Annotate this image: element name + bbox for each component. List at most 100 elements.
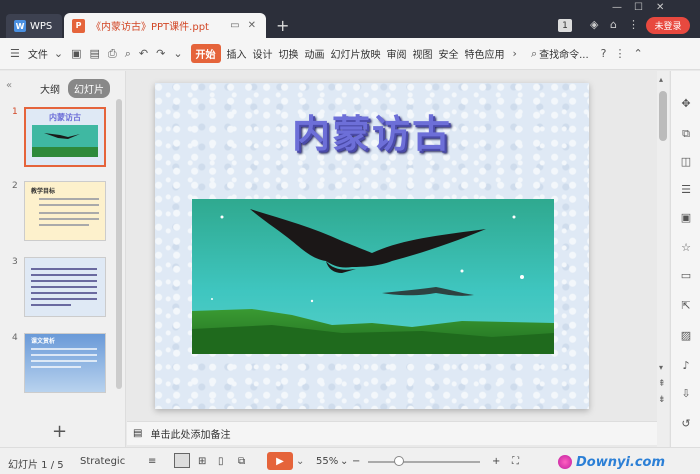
- zoom-slider-knob[interactable]: [394, 456, 404, 466]
- canvas-vertical-scrollbar[interactable]: ▴ ▾ ⇞ ⇟: [657, 71, 669, 447]
- layers-icon[interactable]: ⧉: [679, 127, 693, 141]
- chevron-down-icon[interactable]: ⌄: [54, 47, 63, 60]
- tab-outline[interactable]: 大纲: [34, 79, 66, 98]
- tab-design[interactable]: 设计: [253, 46, 273, 61]
- collapse-panel-icon[interactable]: «: [6, 80, 12, 91]
- add-slide-icon[interactable]: +: [52, 421, 67, 442]
- tab-transitions[interactable]: 切换: [279, 46, 299, 61]
- more-icon[interactable]: ⋮: [628, 18, 639, 31]
- tab-document[interactable]: P 《内蒙访古》PPT课件.ppt ▭ ✕: [64, 13, 266, 38]
- previous-slide-icon[interactable]: ⇞: [658, 379, 666, 389]
- image-replace-icon[interactable]: ▣: [679, 211, 693, 225]
- wps-logo-icon: W: [14, 20, 26, 32]
- archive-icon[interactable]: ▭: [679, 269, 693, 283]
- close-tab-icon[interactable]: ✕: [248, 20, 256, 31]
- zoom-out-icon[interactable]: −: [352, 456, 360, 467]
- slide-thumb-title: 课文赏析: [31, 338, 56, 345]
- menu-bar: ☰ 文件 ⌄ ▣ ▤ ⎙ ⌕ ↶ ↷ ⌄ 开始 插入 设计 切换 动画 幻灯片放…: [0, 38, 700, 70]
- tab-wps-label: WPS: [30, 20, 53, 32]
- more-options-icon[interactable]: ⋮: [615, 47, 626, 60]
- minimize-icon[interactable]: —: [612, 2, 622, 13]
- notes-placeholder[interactable]: 单击此处添加备注: [150, 426, 230, 441]
- tab-slideshow[interactable]: 幻灯片放映: [331, 46, 381, 61]
- share-icon[interactable]: ⇱: [679, 299, 693, 313]
- slide-sorter-icon[interactable]: ⊞: [198, 456, 206, 467]
- skin-icon[interactable]: ◈: [590, 18, 598, 31]
- export-pdf-icon[interactable]: ▤: [90, 47, 100, 60]
- downyi-watermark: Downyi.com: [558, 451, 698, 473]
- tab-home[interactable]: 开始: [190, 44, 221, 63]
- status-bar: 幻灯片 1 / 5 Strategic ≡ ⊞ ▯ ⧉ ▶ ⌄ 55% ⌄ − …: [0, 447, 700, 474]
- tab-animation[interactable]: 动画: [305, 46, 325, 61]
- presenter-view-icon[interactable]: ⧉: [238, 456, 245, 467]
- monitor-icon[interactable]: ▭: [230, 20, 239, 31]
- shirt-icon[interactable]: ⌂: [610, 18, 617, 31]
- zoom-dropdown-icon[interactable]: ⌄: [340, 456, 348, 467]
- save-icon[interactable]: ▣: [71, 47, 81, 60]
- undo-icon[interactable]: ↶: [139, 47, 148, 60]
- search-icon[interactable]: ⌕: [531, 47, 537, 61]
- slide-thumbnail-panel: « 大纲 幻灯片 1 内蒙访古 2 教学目标 3 4 课文赏析 +: [0, 71, 126, 447]
- slide-title[interactable]: 内蒙访古: [155, 103, 589, 158]
- close-window-icon[interactable]: ✕: [656, 2, 664, 13]
- search-command-input[interactable]: 查找命令...: [539, 46, 589, 61]
- tab-wps-home[interactable]: W WPS: [6, 14, 62, 38]
- play-options-icon[interactable]: ⌄: [296, 456, 304, 467]
- shapes-icon[interactable]: ◫: [679, 155, 693, 169]
- tab-review[interactable]: 审阅: [387, 46, 407, 61]
- settings-sliders-icon[interactable]: ☰: [679, 183, 693, 197]
- customize-icon[interactable]: ⌄: [173, 47, 182, 60]
- tab-insert[interactable]: 插入: [227, 46, 247, 61]
- tab-view[interactable]: 视图: [413, 46, 433, 61]
- tab-document-title: 《内蒙访古》PPT课件.ppt: [91, 22, 209, 33]
- tab-security[interactable]: 安全: [439, 46, 459, 61]
- tab-slides[interactable]: 幻灯片: [68, 79, 110, 98]
- slide-editor-canvas: 内蒙访古: [127, 71, 657, 421]
- theme-name[interactable]: Strategic: [80, 456, 125, 467]
- download-icon[interactable]: ⇩: [679, 387, 693, 401]
- add-tab-icon[interactable]: +: [276, 16, 289, 35]
- slide-thumb-number: 1: [12, 107, 18, 117]
- pointer-icon[interactable]: ✥: [679, 97, 693, 111]
- right-sidebar: ✥ ⧉ ◫ ☰ ▣ ☆ ▭ ⇱ ▨ ♪ ⇩ ↺: [670, 71, 700, 447]
- thumbnail-scrollbar[interactable]: [116, 99, 122, 389]
- scroll-up-icon[interactable]: ▴: [659, 75, 663, 84]
- notes-toggle-icon[interactable]: ≡: [148, 456, 156, 467]
- print-preview-icon[interactable]: ⌕: [125, 47, 131, 61]
- current-slide[interactable]: 内蒙访古: [155, 83, 589, 409]
- zoom-slider-track[interactable]: [368, 461, 480, 463]
- history-icon[interactable]: ↺: [679, 417, 693, 431]
- eagle-landscape-picture[interactable]: [192, 199, 554, 354]
- file-menu[interactable]: 文件: [28, 46, 48, 61]
- login-button[interactable]: 未登录: [646, 17, 690, 34]
- help-icon[interactable]: ?: [601, 47, 607, 60]
- reading-view-icon[interactable]: ▯: [218, 456, 224, 467]
- picture-icon[interactable]: ▨: [679, 329, 693, 343]
- watermark-text: Downyi.com: [576, 454, 666, 470]
- notes-icon: ▤: [133, 428, 143, 439]
- star-icon[interactable]: ☆: [679, 241, 693, 255]
- slide-thumb-number: 3: [12, 257, 18, 267]
- slide-thumb-image: 课文赏析: [24, 333, 106, 393]
- slide-thumb-title: 教学目标: [31, 188, 56, 195]
- maximize-icon[interactable]: ☐: [634, 2, 643, 13]
- zoom-level[interactable]: 55%: [316, 456, 338, 467]
- redo-icon[interactable]: ↷: [156, 47, 165, 60]
- print-icon[interactable]: ⎙: [108, 47, 117, 61]
- collapse-ribbon-icon[interactable]: ⌃: [634, 47, 643, 60]
- notes-bar[interactable]: ▤ 单击此处添加备注: [127, 421, 657, 445]
- tab-special-apps[interactable]: 特色应用: [465, 46, 505, 61]
- next-slide-icon[interactable]: ⇟: [658, 395, 666, 405]
- hamburger-menu-icon[interactable]: ☰: [10, 47, 20, 60]
- page-count-badge[interactable]: 1: [558, 19, 572, 32]
- slide-thumb-number: 4: [12, 333, 18, 343]
- scroll-right-icon[interactable]: ›: [513, 47, 517, 60]
- scroll-down-icon[interactable]: ▾: [659, 363, 663, 372]
- zoom-in-icon[interactable]: +: [492, 456, 500, 467]
- scrollbar-thumb[interactable]: [659, 91, 667, 141]
- fit-window-icon[interactable]: ⛶: [512, 456, 519, 467]
- volume-icon[interactable]: ♪: [679, 359, 693, 373]
- slide-thumb-image: 内蒙访古: [24, 107, 106, 167]
- play-slideshow-button[interactable]: ▶: [267, 452, 293, 470]
- normal-view-icon[interactable]: [174, 453, 190, 468]
